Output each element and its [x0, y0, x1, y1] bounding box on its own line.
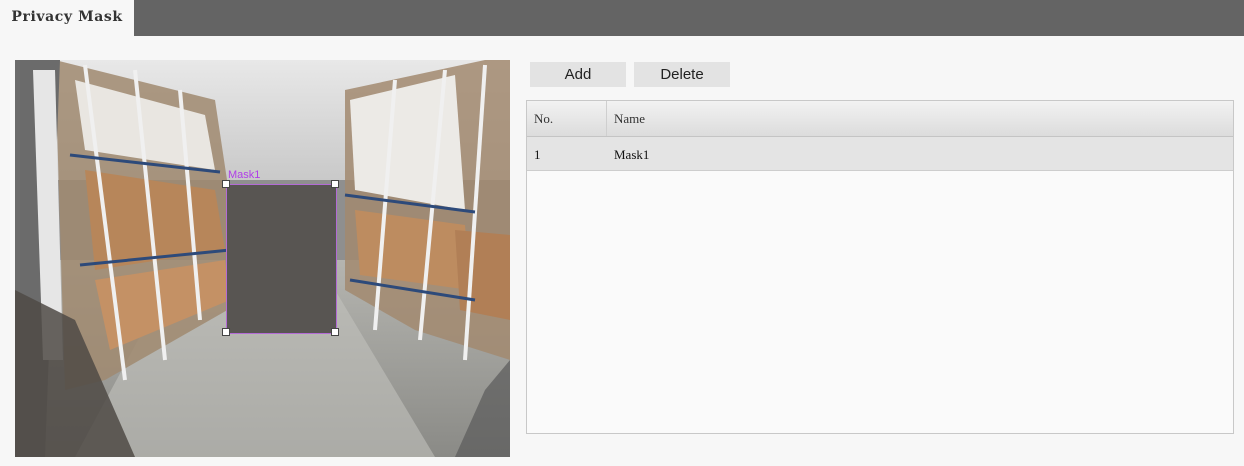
table-row[interactable]: 1 Mask1 — [527, 137, 1233, 171]
mask-table: No. Name 1 Mask1 — [526, 100, 1234, 434]
tab-privacy-mask[interactable]: Privacy Mask — [0, 0, 134, 37]
table-header: No. Name — [527, 101, 1233, 137]
privacy-mask-region[interactable] — [226, 184, 337, 334]
cell-name: Mask1 — [614, 147, 650, 162]
tab-bar: Privacy Mask — [0, 0, 1244, 37]
add-button[interactable]: Add — [530, 62, 626, 87]
cell-no: 1 — [534, 147, 541, 162]
mask-overlay-label: Mask1 — [228, 169, 261, 181]
column-header-name: Name — [614, 111, 646, 126]
mask-resize-handle-top-right[interactable] — [331, 180, 339, 188]
delete-button[interactable]: Delete — [634, 62, 730, 87]
column-header-no: No. — [534, 111, 554, 126]
mask-resize-handle-top-left[interactable] — [222, 180, 230, 188]
mask-resize-handle-bottom-right[interactable] — [331, 328, 339, 336]
mask-resize-handle-bottom-left[interactable] — [222, 328, 230, 336]
column-divider — [606, 101, 607, 136]
video-preview[interactable]: Mask1 — [15, 60, 510, 457]
